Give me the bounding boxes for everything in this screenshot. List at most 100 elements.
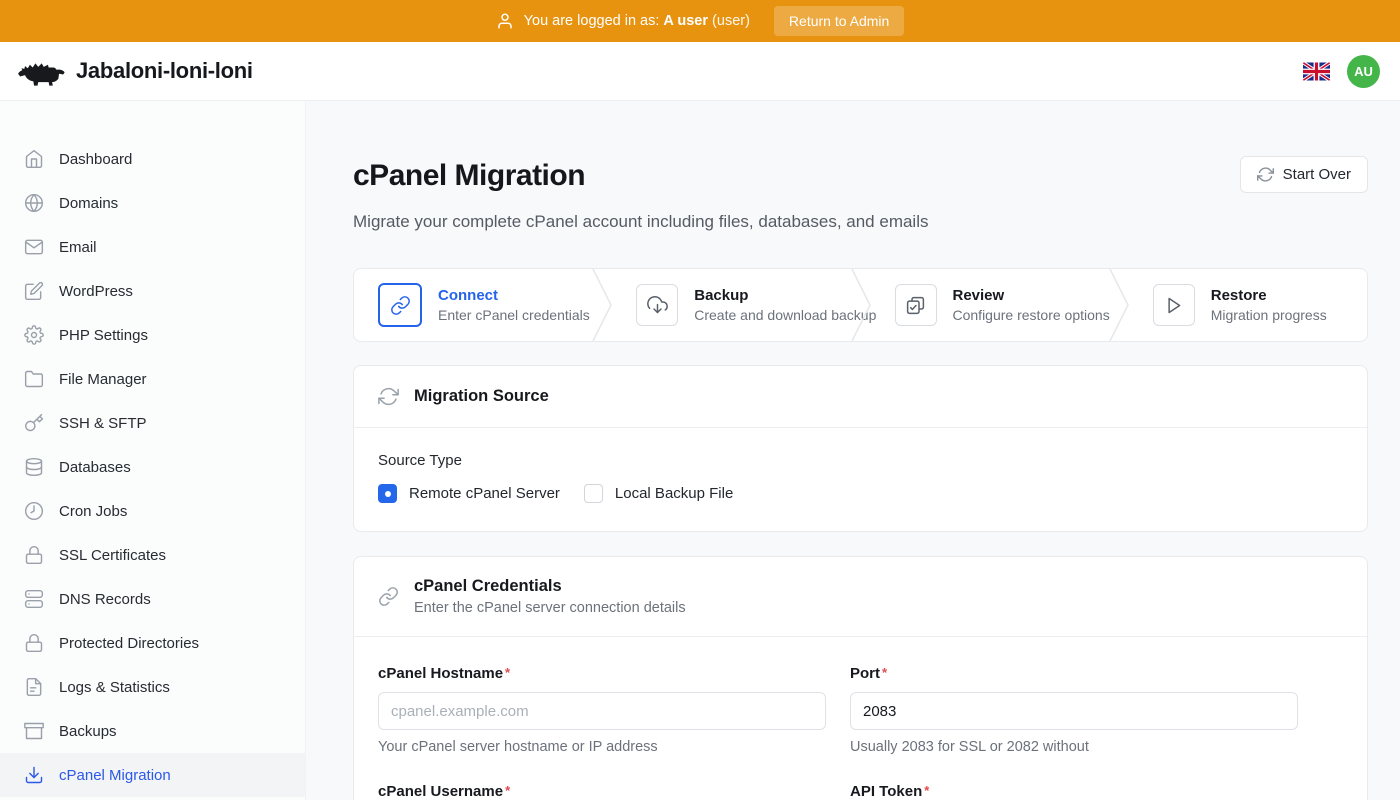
- brand-title: Jabaloni-loni-loni: [76, 58, 253, 84]
- sidebar-item-email[interactable]: Email: [0, 225, 305, 269]
- clipboard-check-icon: [895, 284, 937, 326]
- migration-source-header: Migration Source: [354, 366, 1367, 428]
- sidebar-item-dashboard[interactable]: Dashboard: [0, 137, 305, 181]
- step-subtitle: Migration progress: [1211, 307, 1327, 323]
- migration-source-title: Migration Source: [414, 387, 549, 406]
- sidebar-item-label: Dashboard: [59, 151, 132, 168]
- source-option-label: Local Backup File: [615, 485, 733, 502]
- source-type-options: Remote cPanel Server Local Backup File: [378, 484, 1343, 507]
- server-icon: [24, 589, 44, 609]
- sidebar-item-protected-directories[interactable]: Protected Directories: [0, 621, 305, 665]
- sidebar-item-dns-records[interactable]: DNS Records: [0, 577, 305, 621]
- download-icon: [24, 765, 44, 785]
- sidebar-item-databases[interactable]: Databases: [0, 445, 305, 489]
- step-separator-chevron: [592, 269, 612, 341]
- link-icon: [378, 283, 422, 327]
- sidebar-item-backups[interactable]: Backups: [0, 709, 305, 753]
- required-marker: *: [505, 783, 510, 798]
- boar-logo: [16, 53, 66, 89]
- migration-source-card: Migration Source Source Type Remote cPan…: [353, 365, 1368, 532]
- start-over-label: Start Over: [1283, 166, 1351, 183]
- sidebar-item-label: SSL Certificates: [59, 547, 166, 564]
- page-head: cPanel Migration Migrate your complete c…: [353, 139, 1368, 232]
- source-option-remote-cpanel-server[interactable]: Remote cPanel Server: [378, 484, 560, 503]
- cpanel-credentials-header: cPanel Credentials Enter the cPanel serv…: [354, 557, 1367, 637]
- hostname-help: Your cPanel server hostname or IP addres…: [378, 739, 826, 755]
- port-help: Usually 2083 for SSL or 2082 without: [850, 739, 1298, 755]
- sidebar-item-php-settings[interactable]: PHP Settings: [0, 313, 305, 357]
- sidebar-item-label: SSH & SFTP: [59, 415, 147, 432]
- start-over-button[interactable]: Start Over: [1240, 156, 1368, 193]
- avatar[interactable]: AU: [1347, 55, 1380, 88]
- sidebar-item-domains[interactable]: Domains: [0, 181, 305, 225]
- sidebar-item-label: Email: [59, 239, 97, 256]
- user-icon: [496, 12, 514, 30]
- sidebar-item-cpanel-migration[interactable]: cPanel Migration: [0, 753, 305, 797]
- port-label: Port*: [850, 665, 1298, 682]
- sidebar-item-label: PHP Settings: [59, 327, 148, 344]
- hostname-field-group: cPanel Hostname* Your cPanel server host…: [378, 665, 826, 755]
- step-separator-chevron: [851, 269, 871, 341]
- sidebar-item-label: Databases: [59, 459, 131, 476]
- step-separator-chevron: [1109, 269, 1129, 341]
- sidebar-item-cron-jobs[interactable]: Cron Jobs: [0, 489, 305, 533]
- required-marker: *: [924, 783, 929, 798]
- cloud-download-icon: [636, 284, 678, 326]
- api-token-label: API Token*: [850, 783, 1298, 800]
- source-option-label: Remote cPanel Server: [409, 485, 560, 502]
- sidebar-item-file-manager[interactable]: File Manager: [0, 357, 305, 401]
- required-marker: *: [505, 665, 510, 680]
- radio-unselected[interactable]: [584, 484, 603, 503]
- sidebar-item-label: Cron Jobs: [59, 503, 127, 520]
- migration-source-body: Source Type Remote cPanel Server Local Ba…: [354, 428, 1367, 531]
- port-input[interactable]: [850, 692, 1298, 730]
- step-title: Review: [953, 287, 1109, 304]
- required-marker: *: [882, 665, 887, 680]
- hostname-input[interactable]: [378, 692, 826, 730]
- key-icon: [24, 413, 44, 433]
- sidebar-item-label: Backups: [59, 723, 117, 740]
- step-connect[interactable]: Connect Enter cPanel credentials: [354, 269, 592, 341]
- mail-icon: [24, 237, 44, 257]
- uk-flag-icon[interactable]: [1303, 62, 1330, 81]
- step-subtitle: Configure restore options: [953, 307, 1109, 323]
- file-text-icon: [24, 677, 44, 697]
- folder-icon: [24, 369, 44, 389]
- sidebar-item-label: Logs & Statistics: [59, 679, 170, 696]
- cpanel-credentials-card: cPanel Credentials Enter the cPanel serv…: [353, 556, 1368, 800]
- sidebar-item-label: File Manager: [59, 371, 147, 388]
- return-to-admin-button[interactable]: Return to Admin: [774, 6, 904, 36]
- sidebar-item-wordpress[interactable]: WordPress: [0, 269, 305, 313]
- port-field-group: Port* Usually 2083 for SSL or 2082 witho…: [850, 665, 1298, 755]
- step-subtitle: Enter cPanel credentials: [438, 307, 590, 323]
- sidebar-item-logs-statistics[interactable]: Logs & Statistics: [0, 665, 305, 709]
- page-subtitle: Migrate your complete cPanel account inc…: [353, 212, 929, 232]
- sidebar-item-label: WordPress: [59, 283, 133, 300]
- username-field-group: cPanel Username*: [378, 783, 826, 800]
- sidebar-item-label: DNS Records: [59, 591, 151, 608]
- username-label: cPanel Username*: [378, 783, 826, 800]
- sidebar-item-label: cPanel Migration: [59, 767, 171, 784]
- source-option-local-backup-file[interactable]: Local Backup File: [584, 484, 733, 503]
- impersonated-user-role: (user): [712, 13, 750, 29]
- archive-icon: [24, 721, 44, 741]
- globe-icon: [24, 193, 44, 213]
- app-window: You are logged in as: A user (user) Retu…: [0, 0, 1400, 800]
- main-content: cPanel Migration Migrate your complete c…: [306, 101, 1400, 800]
- home-icon: [24, 149, 44, 169]
- edit-icon: [24, 281, 44, 301]
- step-review[interactable]: Review Configure restore options: [871, 269, 1109, 341]
- step-title: Connect: [438, 287, 590, 304]
- step-backup[interactable]: BackupCreate and download backup: [612, 269, 850, 341]
- migration-stepper: Connect Enter cPanel credentials BackupCre…: [353, 268, 1368, 342]
- credentials-form: cPanel Hostname* Your cPanel server host…: [354, 637, 1367, 800]
- source-type-label: Source Type: [378, 452, 1343, 469]
- sidebar-item-ssl-certificates[interactable]: SSL Certificates: [0, 533, 305, 577]
- step-restore[interactable]: RestoreMigration progress: [1129, 269, 1367, 341]
- radio-selected[interactable]: [378, 484, 397, 503]
- refresh-icon: [378, 386, 399, 407]
- api-token-field-group: API Token*: [850, 783, 1298, 800]
- clock-icon: [24, 501, 44, 521]
- sidebar-item-ssh-sftp[interactable]: SSH & SFTP: [0, 401, 305, 445]
- play-icon: [1153, 284, 1195, 326]
